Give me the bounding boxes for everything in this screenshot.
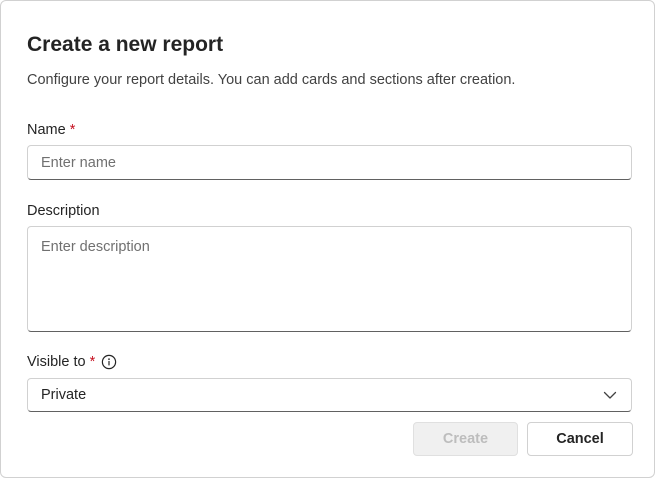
visible-to-selected-value: Private — [41, 387, 87, 403]
visible-to-dropdown[interactable]: Private — [27, 378, 632, 412]
create-report-dialog: Create a new report Configure your repor… — [0, 0, 655, 478]
visible-to-label: Visible to * — [27, 352, 117, 372]
name-label-text: Name — [27, 122, 66, 138]
dialog-title: Create a new report — [27, 33, 224, 56]
name-input[interactable] — [27, 145, 632, 180]
info-icon[interactable] — [101, 354, 117, 370]
cancel-button[interactable]: Cancel — [527, 422, 633, 456]
description-textarea[interactable] — [27, 226, 632, 332]
description-label-text: Description — [27, 203, 100, 219]
create-button[interactable]: Create — [413, 422, 518, 456]
name-required-mark: * — [69, 122, 76, 138]
visible-to-label-text: Visible to — [27, 354, 86, 370]
chevron-down-icon — [602, 387, 618, 403]
visible-to-required-mark: * — [89, 354, 96, 370]
name-label: Name * — [27, 120, 75, 140]
dialog-subtitle: Configure your report details. You can a… — [27, 72, 516, 88]
description-label: Description — [27, 201, 100, 221]
